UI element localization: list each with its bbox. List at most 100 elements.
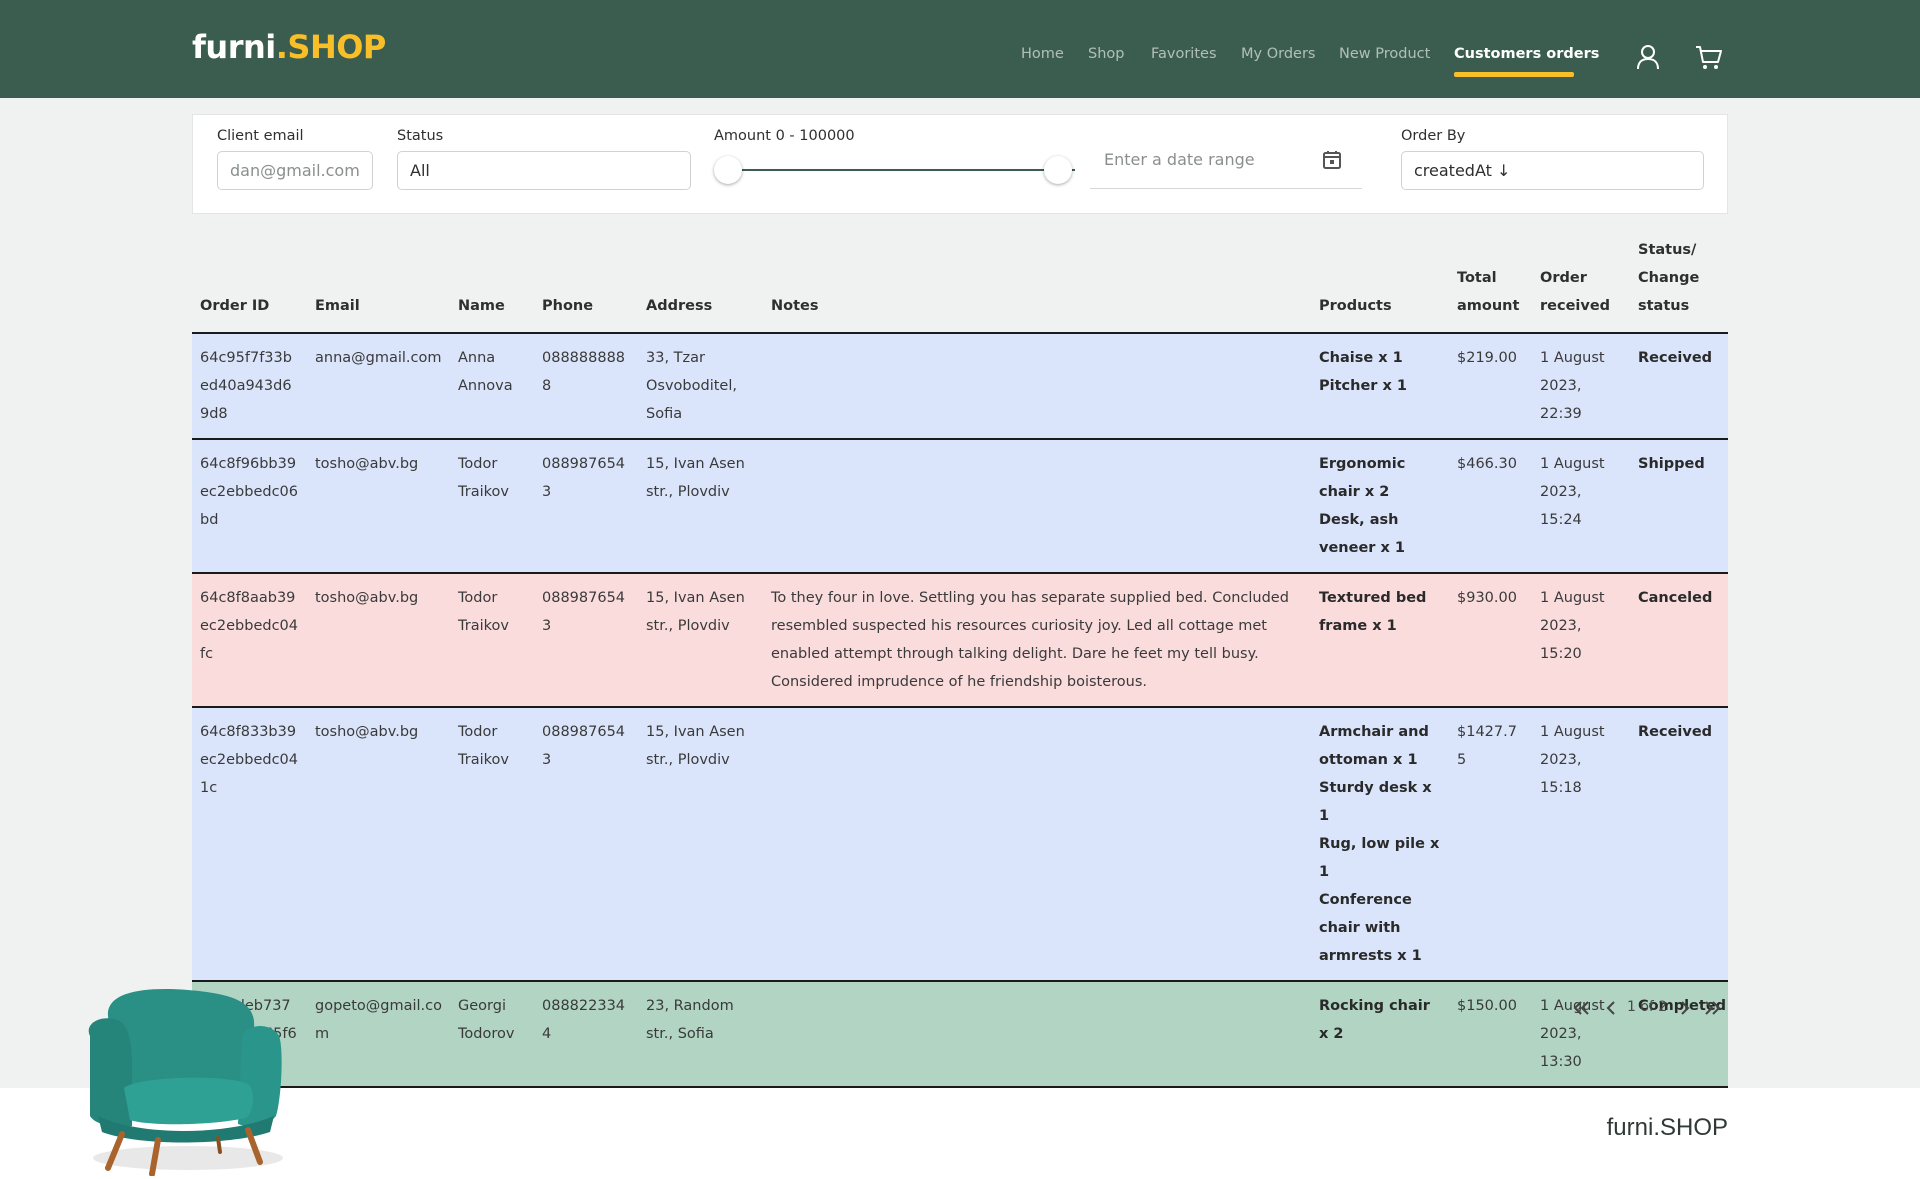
amount-range-label: Amount 0 - 100000	[714, 128, 855, 144]
cell-order-received: 1 August 2023, 22:39	[1540, 350, 1605, 422]
cell-phone: 0889876543	[542, 590, 626, 634]
header-email[interactable]: Email	[307, 236, 450, 333]
cell-total-amount: $930.00	[1457, 590, 1517, 606]
header-total-amount[interactable]: Total amount	[1449, 236, 1532, 333]
header-order-received[interactable]: Order received	[1532, 236, 1630, 333]
order-by-select[interactable]: createdAt ↓	[1401, 151, 1704, 190]
cell-email: gopeto@gmail.com	[315, 998, 442, 1042]
cell-phone: 0888223344	[542, 998, 626, 1042]
date-range-input[interactable]: Enter a date range	[1104, 150, 1255, 169]
cell-notes	[763, 981, 1311, 1087]
header-name[interactable]: Name	[450, 236, 534, 333]
cell-order-received: 1 August 2023, 15:24	[1540, 456, 1605, 528]
pagination: 1 of 2	[1563, 994, 1733, 1024]
active-nav-indicator	[1454, 72, 1574, 77]
date-range-underline	[1090, 188, 1362, 189]
calendar-icon[interactable]	[1321, 149, 1343, 171]
product-line: Rug, low pile x 1	[1319, 836, 1440, 880]
first-page-icon[interactable]	[1568, 994, 1596, 1022]
cell-name: Todor Traikov	[458, 456, 509, 500]
cell-status[interactable]: Canceled	[1630, 573, 1728, 707]
nav-item-my-orders[interactable]: My Orders	[1241, 46, 1315, 62]
cell-order-id: 64c95f7f33bed40a943d69d8	[200, 350, 292, 422]
cell-total-amount: $466.30	[1457, 456, 1517, 472]
amount-slider-track	[714, 169, 1075, 171]
nav-item-new-product[interactable]: New Product	[1339, 46, 1430, 62]
footer-brand: furni.SHOP	[1606, 1114, 1728, 1141]
cell-phone: 0889876543	[542, 724, 626, 768]
cell-status[interactable]: Received	[1630, 333, 1728, 439]
header-phone[interactable]: Phone	[534, 236, 638, 333]
order-by-label: Order By	[1401, 128, 1466, 144]
cell-order-id: 64c8f833b39ec2ebbedc041c	[200, 724, 298, 796]
cell-products: Textured bed frame x 1	[1311, 573, 1449, 707]
cell-address: 33, Tzar Osvoboditel, Sofia	[646, 350, 737, 422]
cell-total-amount: $1427.75	[1457, 724, 1517, 768]
cell-total-amount: $219.00	[1457, 350, 1517, 366]
nav-item-favorites[interactable]: Favorites	[1151, 46, 1217, 62]
cell-status[interactable]: Shipped	[1630, 439, 1728, 573]
cart-icon[interactable]	[1694, 42, 1724, 72]
cell-order-received: 1 August 2023, 15:20	[1540, 590, 1605, 662]
orders-table: Order ID Email Name Phone Address Notes …	[192, 236, 1728, 1088]
cell-total-amount: $150.00	[1457, 998, 1517, 1014]
cell-email: tosho@abv.bg	[315, 724, 419, 740]
cell-phone: 0888888888	[542, 350, 626, 394]
client-email-input[interactable]	[217, 151, 373, 190]
last-page-icon[interactable]	[1698, 994, 1726, 1022]
cell-address: 15, Ivan Asen str., Plovdiv	[646, 724, 745, 768]
cell-email: anna@gmail.com	[315, 350, 442, 366]
cell-status[interactable]: Received	[1630, 707, 1728, 981]
table-row[interactable]: 64c8f8aab39ec2ebbedc04fc tosho@abv.bg Todo…	[192, 573, 1728, 707]
product-line: Conference chair with armrests x 1	[1319, 892, 1422, 964]
cell-name: Todor Traikov	[458, 724, 509, 768]
table-header-row: Order ID Email Name Phone Address Notes …	[192, 236, 1728, 333]
table-row[interactable]: 64c8f833b39ec2ebbedc041c tosho@abv.bg Todo…	[192, 707, 1728, 981]
product-line: Chaise x 1	[1319, 350, 1403, 366]
filters-panel: Client email Status All Amount 0 - 10000…	[192, 114, 1728, 214]
cell-products: Ergonomic chair x 2 Desk, ash veneer x 1	[1311, 439, 1449, 573]
cell-order-id: 64c8f96bb39ec2ebbedc06bd	[200, 456, 298, 528]
cell-notes	[763, 707, 1311, 981]
table-row[interactable]: 64c95f7f33bed40a943d69d8 anna@gmail.com An…	[192, 333, 1728, 439]
product-line: Ergonomic chair x 2	[1319, 456, 1406, 500]
client-email-label: Client email	[217, 128, 304, 144]
nav-item-home[interactable]: Home	[1021, 46, 1064, 62]
header-status[interactable]: Status/ Change status	[1630, 236, 1728, 333]
armchair-illustration	[88, 989, 283, 1176]
product-line: Sturdy desk x 1	[1319, 780, 1432, 824]
cell-name: Georgi Todorov	[458, 998, 515, 1042]
cell-order-id: 64c8f8aab39ec2ebbedc04fc	[200, 590, 298, 662]
product-line: Pitcher x 1	[1319, 378, 1407, 394]
cell-notes: To they four in love. Settling you has s…	[771, 590, 1289, 690]
cell-products: Armchair and ottoman x 1 Sturdy desk x 1 R…	[1311, 707, 1449, 981]
table-row[interactable]: 64c8f96bb39ec2ebbedc06bd tosho@abv.bg Todo…	[192, 439, 1728, 573]
user-icon[interactable]	[1633, 42, 1663, 72]
cell-email: tosho@abv.bg	[315, 590, 419, 606]
nav-item-shop[interactable]: Shop	[1088, 46, 1124, 62]
page-indicator: 1 of 2	[1627, 999, 1668, 1015]
cell-notes	[763, 333, 1311, 439]
header-order-id[interactable]: Order ID	[192, 236, 307, 333]
nav-item-customers-orders[interactable]: Customers orders	[1454, 46, 1599, 62]
table-row[interactable]: 64c8deb737e1a402765f6332gopeto@gmail.com…	[192, 981, 1728, 1087]
site-header: furni.SHOP Home Shop Favorites My Orders…	[0, 0, 1920, 98]
cell-address: 15, Ivan Asen str., Plovdiv	[646, 590, 745, 634]
header-products[interactable]: Products	[1311, 236, 1449, 333]
header-address[interactable]: Address	[638, 236, 763, 333]
cell-phone: 0889876543	[542, 456, 626, 500]
next-page-icon[interactable]	[1671, 994, 1699, 1022]
cell-address: 15, Ivan Asen str., Plovdiv	[646, 456, 745, 500]
cell-name: Anna Annova	[458, 350, 513, 394]
cell-notes	[763, 439, 1311, 573]
product-line: Rocking chair x 2	[1319, 998, 1430, 1042]
status-filter-label: Status	[397, 128, 444, 144]
header-notes[interactable]: Notes	[763, 236, 1311, 333]
cell-email: tosho@abv.bg	[315, 456, 419, 472]
status-select[interactable]: All	[397, 151, 691, 190]
cell-order-received: 1 August 2023, 15:18	[1540, 724, 1605, 796]
product-line: Desk, ash veneer x 1	[1319, 512, 1405, 556]
amount-max-handle[interactable]	[1044, 156, 1072, 184]
prev-page-icon[interactable]	[1597, 994, 1625, 1022]
amount-min-handle[interactable]	[714, 156, 742, 184]
